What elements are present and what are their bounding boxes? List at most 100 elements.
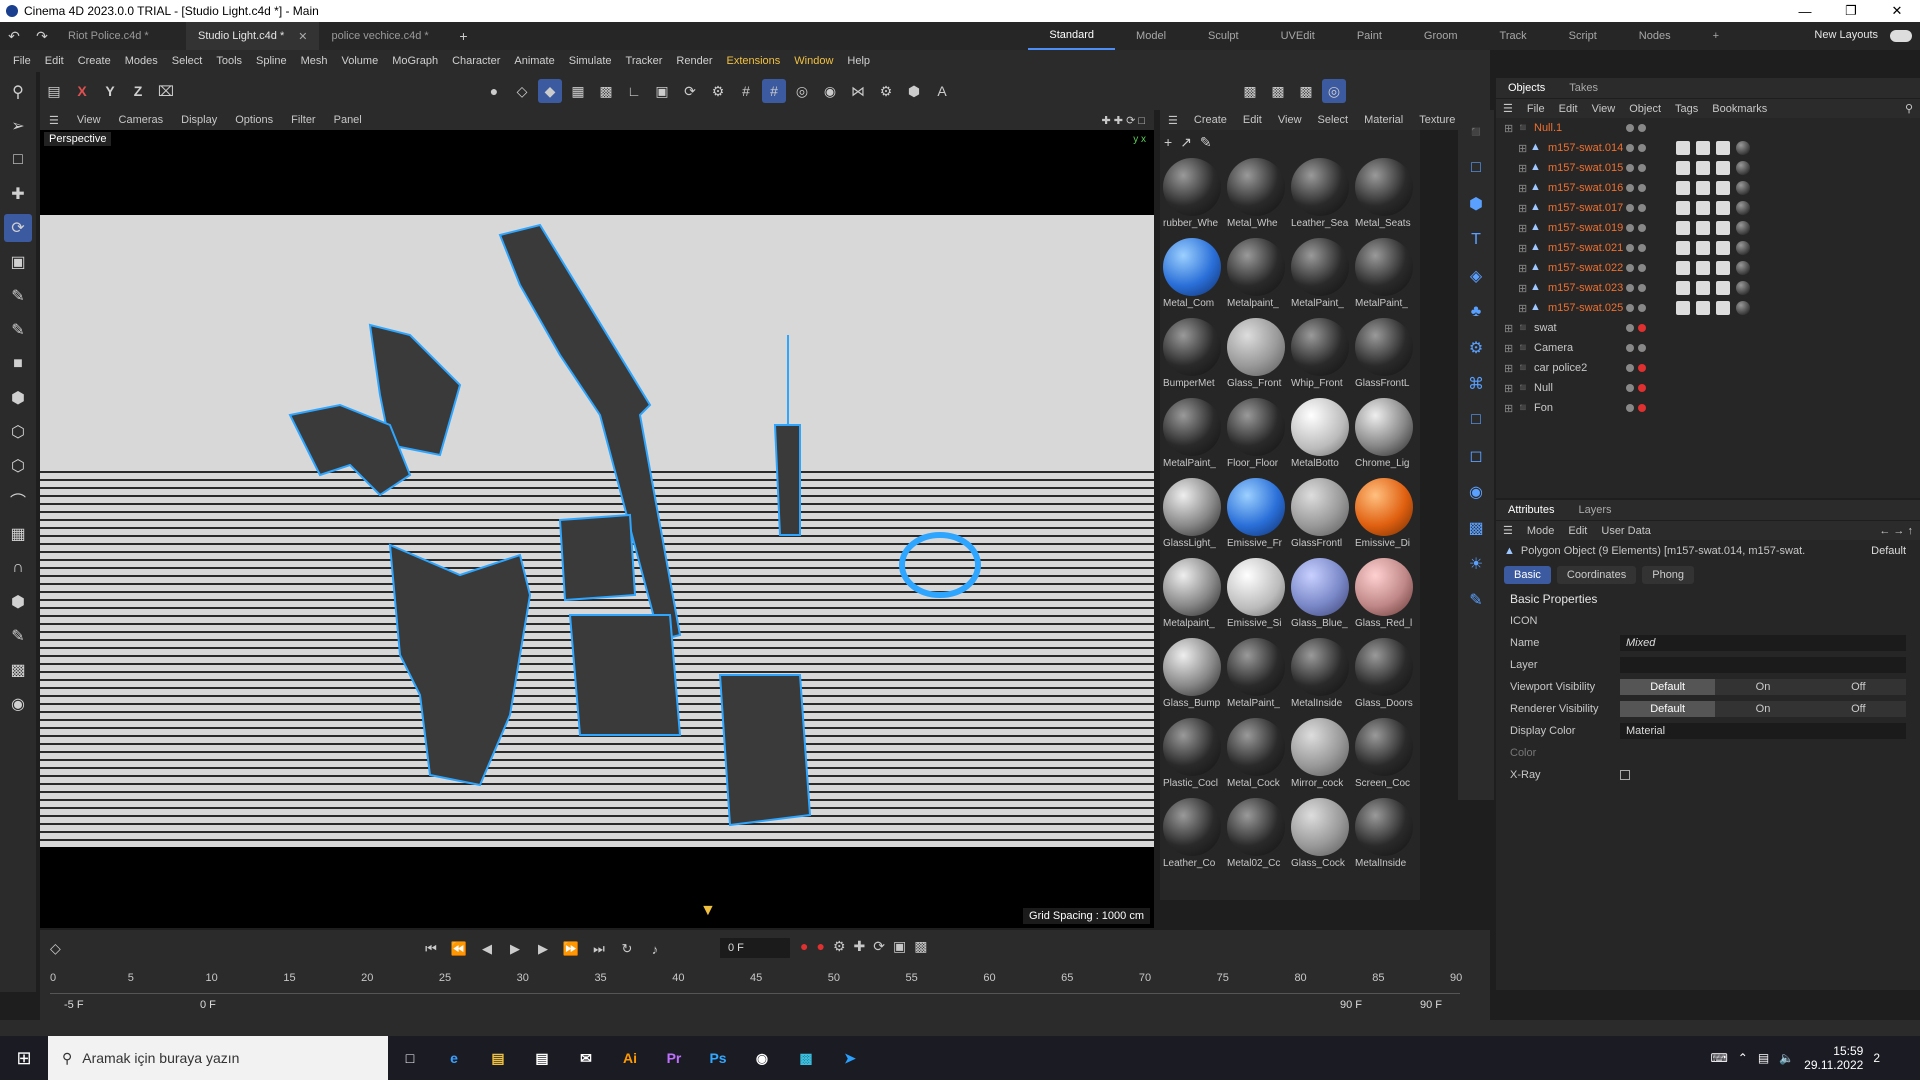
arrow-icon[interactable]: ↗ — [1180, 134, 1192, 151]
material-swatch[interactable]: Emissive_Si — [1224, 558, 1288, 638]
cube-orange-icon[interactable]: ⬢ — [4, 384, 32, 412]
object-search-icon[interactable]: ⚲ — [1898, 102, 1920, 115]
material-swatch[interactable]: Metal_Seats — [1352, 158, 1416, 238]
material-menu-edit[interactable]: Edit — [1235, 114, 1270, 126]
network-icon[interactable]: ▤ — [1758, 1051, 1769, 1065]
render-dot[interactable] — [1638, 284, 1646, 292]
visibility-dot[interactable] — [1626, 284, 1634, 292]
layout-model[interactable]: Model — [1115, 30, 1187, 42]
texture-tag-icon[interactable] — [1696, 181, 1710, 195]
previous-key-icon[interactable]: ⏪ — [448, 938, 470, 960]
expand-icon[interactable]: ⊞ — [1518, 162, 1530, 175]
keyboard-icon[interactable]: ⌨ — [1710, 1051, 1727, 1065]
layout-nodes[interactable]: Nodes — [1618, 30, 1692, 42]
material-tag-icon[interactable] — [1736, 141, 1750, 155]
material-swatch[interactable]: Whip_Front — [1288, 318, 1352, 398]
lock-tag-icon[interactable] — [1676, 161, 1690, 175]
menu-spline[interactable]: Spline — [249, 55, 294, 67]
object-flags[interactable] — [1626, 304, 1646, 312]
object-menu-bookmarks[interactable]: Bookmarks — [1705, 103, 1774, 115]
nav-back-icon[interactable]: ← → ↑ — [1872, 525, 1920, 537]
previous-frame-icon[interactable]: ◀ — [476, 938, 498, 960]
layout-groom[interactable]: Groom — [1403, 30, 1479, 42]
render-dot[interactable] — [1638, 124, 1646, 132]
attribute-menu-userdata[interactable]: User Data — [1594, 525, 1658, 537]
object-row[interactable]: ⊞ ▲ m157-swat.015 — [1496, 158, 1920, 178]
texture-tag-icon[interactable] — [1696, 281, 1710, 295]
material-tag-icon[interactable] — [1736, 221, 1750, 235]
film-icon[interactable]: ▤ — [42, 79, 66, 103]
scene-icon[interactable]: ◻ — [1462, 442, 1490, 470]
close-tab-icon[interactable]: ✕ — [298, 30, 307, 43]
object-row[interactable]: ⊞ ▲ m157-swat.022 — [1496, 258, 1920, 278]
eyedropper-icon[interactable]: ✎ — [1200, 134, 1212, 151]
texture-cube-icon[interactable]: ⬢ — [4, 588, 32, 616]
object-row[interactable]: ⊞ ◾ Null.1 — [1496, 118, 1920, 138]
add-layout-icon[interactable]: + — [1692, 30, 1740, 42]
menu-modes[interactable]: Modes — [118, 55, 165, 67]
volume-icon[interactable]: 🔈 — [1779, 1051, 1794, 1065]
menu-window[interactable]: Window — [787, 55, 840, 67]
material-swatch[interactable]: MetalInside — [1352, 798, 1416, 878]
expand-icon[interactable]: ⊞ — [1504, 382, 1516, 395]
expand-icon[interactable]: ⊞ — [1518, 282, 1530, 295]
material-tag-icon[interactable] — [1736, 301, 1750, 315]
expand-icon[interactable]: ⊞ — [1518, 262, 1530, 275]
material-menu-select[interactable]: Select — [1310, 114, 1357, 126]
visibility-dot[interactable] — [1626, 304, 1634, 312]
a-icon[interactable]: A — [930, 79, 954, 103]
viewport-menu-filter[interactable]: Filter — [282, 114, 324, 126]
render-dot[interactable] — [1638, 244, 1646, 252]
lock-tag-icon[interactable] — [1676, 261, 1690, 275]
camera-object-icon[interactable]: ▩ — [1462, 514, 1490, 542]
sound-icon[interactable]: ♪ — [644, 938, 666, 960]
brush-icon[interactable]: ✎ — [4, 622, 32, 650]
tab-takes[interactable]: Takes — [1557, 82, 1610, 94]
viewport-menu-display[interactable]: Display — [172, 114, 226, 126]
material-swatch[interactable]: MetalInside — [1288, 638, 1352, 718]
render-active-icon[interactable]: ▩ — [1266, 79, 1290, 103]
keyframe-diamond-icon[interactable]: ◇ — [50, 940, 61, 957]
tab-police-vechice[interactable]: police vechice.c4d * — [319, 22, 449, 50]
texture-tag-icon[interactable] — [1696, 161, 1710, 175]
texture-tag-icon[interactable] — [1696, 261, 1710, 275]
layout-script[interactable]: Script — [1548, 30, 1618, 42]
display-color-dropdown[interactable]: Material — [1620, 723, 1906, 739]
axis-y-lock[interactable]: Y — [98, 79, 122, 103]
mail-icon[interactable]: ✉ — [564, 1036, 608, 1080]
material-swatch[interactable]: Glass_Doors — [1352, 638, 1416, 718]
object-row[interactable]: ⊞ ▲ m157-swat.023 — [1496, 278, 1920, 298]
material-menu-icon[interactable]: ☰ — [1160, 114, 1186, 127]
object-flags[interactable] — [1626, 204, 1646, 212]
material-swatch[interactable]: Metal_Com — [1160, 238, 1224, 318]
texture-tag-icon[interactable] — [1696, 221, 1710, 235]
uv-mode-icon[interactable]: ▩ — [594, 79, 618, 103]
viewport-menu-icon[interactable]: ☰ — [40, 114, 68, 127]
hexagon-icon[interactable]: ⬢ — [902, 79, 926, 103]
store-icon[interactable]: ▤ — [520, 1036, 564, 1080]
model-mode-icon[interactable]: ▦ — [566, 79, 590, 103]
menu-animate[interactable]: Animate — [507, 55, 561, 67]
material-swatch[interactable]: Glass_Bump — [1160, 638, 1224, 718]
render-dot[interactable] — [1638, 184, 1646, 192]
menu-volume[interactable]: Volume — [335, 55, 386, 67]
object-flags[interactable] — [1626, 384, 1646, 392]
object-flags[interactable] — [1626, 284, 1646, 292]
environment-icon[interactable]: ◉ — [1462, 478, 1490, 506]
notification-badge[interactable]: 2 — [1873, 1051, 1880, 1065]
generator-icon[interactable]: ◈ — [1462, 262, 1490, 290]
material-swatch[interactable]: Glass_Cock — [1288, 798, 1352, 878]
object-menu-object[interactable]: Object — [1622, 103, 1668, 115]
autokey-icon[interactable]: ● — [816, 938, 824, 955]
material-tag-icon[interactable] — [1736, 201, 1750, 215]
subdivide-icon[interactable]: ▦ — [4, 520, 32, 548]
material-swatch[interactable]: Metal_Whe — [1224, 158, 1288, 238]
render-dot[interactable] — [1638, 404, 1646, 412]
material-swatch[interactable]: Emissive_Fr — [1224, 478, 1288, 558]
uvw-tag-icon[interactable] — [1716, 201, 1730, 215]
illustrator-icon[interactable]: Ai — [608, 1036, 652, 1080]
key-rotation-icon[interactable]: ⟳ — [873, 938, 885, 955]
dc-icon[interactable]: ▩ — [784, 1036, 828, 1080]
menu-mograph[interactable]: MoGraph — [385, 55, 445, 67]
visibility-dot[interactable] — [1626, 244, 1634, 252]
